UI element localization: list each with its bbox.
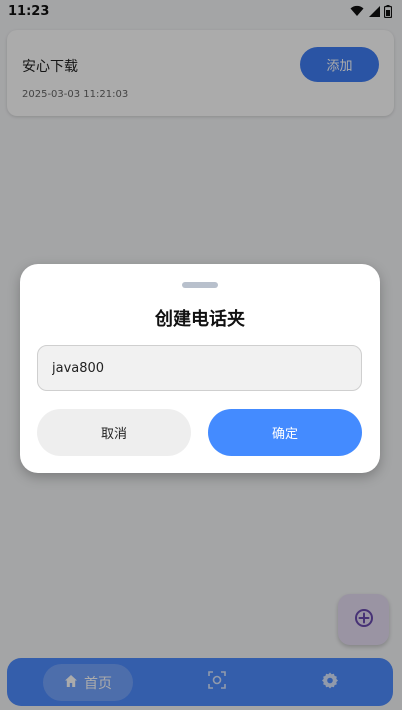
confirm-button[interactable]: 确定: [208, 409, 362, 456]
drag-handle[interactable]: [182, 282, 218, 288]
cancel-button[interactable]: 取消: [37, 409, 191, 456]
folder-name-input[interactable]: [37, 345, 362, 391]
dialog-title: 创建电话夹: [155, 309, 245, 330]
create-folder-dialog: 创建电话夹 取消 确定: [20, 264, 380, 473]
